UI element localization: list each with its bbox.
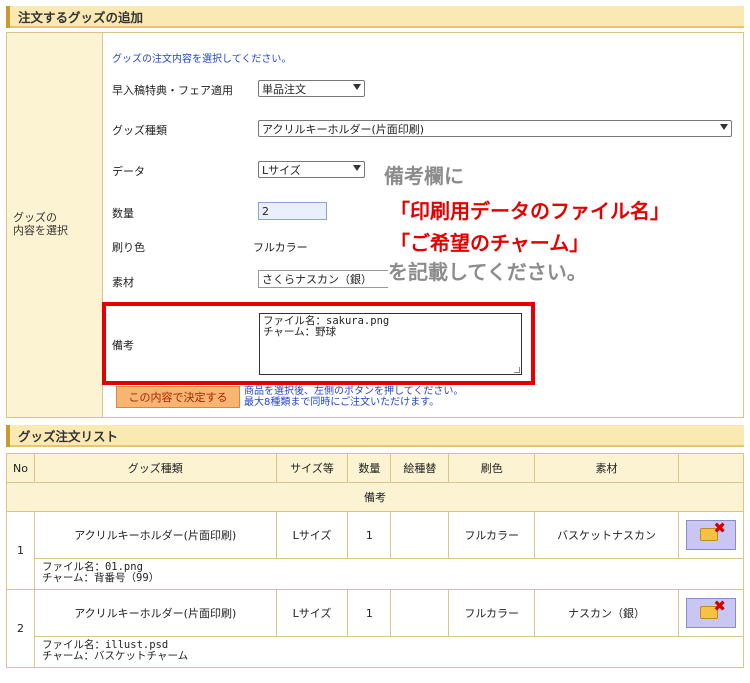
row-remarks-line: チャーム：背番号（99） [41,572,160,584]
col-header-remarks: 備考 [6,482,744,512]
form-left-label-line2: 内容を選択 [13,224,68,237]
row-action: ✖ [677,589,745,637]
submit-button[interactable]: この内容で決定する [116,386,240,408]
section-header-add-goods: 注文するグッズの追加 [6,6,744,28]
form-note-line: 商品を選択後、左側のボタンを押してください。 [244,386,464,397]
material-select[interactable]: さくらナスカン（銀） [258,270,388,288]
col-header-size: サイズ等 [275,453,349,483]
form-instruction: グッズの注文内容を選択してください。 [112,54,292,65]
section-header-order-list: グッズ注文リスト [6,425,744,447]
remarks-line: チャーム：野球 [263,326,337,338]
qty-label: 数量 [112,207,134,220]
delete-icon: ✖ [698,599,726,623]
type-select-value: アクリルキーホルダー(片面印刷) [262,122,425,136]
row-swap [390,589,450,637]
overlay-line4: を記載してください。 [388,260,587,284]
table-header-row: No グッズ種類 サイズ等 数量 絵種替 刷色 素材 [6,453,745,483]
delete-button[interactable]: ✖ [685,520,736,550]
row-color: フルカラー [448,589,536,637]
row-color: フルカラー [448,511,536,559]
col-header-swap: 絵種替 [390,453,450,483]
chevron-down-icon [353,165,361,171]
header-marker [6,6,10,28]
row-no: 2 [6,589,35,668]
remarks-textarea[interactable]: ファイル名：sakura.png チャーム：野球 [259,313,522,375]
table-subheader-row: 備考 [6,482,744,512]
qty-input[interactable]: 2 [258,202,327,220]
early-select[interactable]: 単品注文 [258,80,365,97]
row-material: バスケットナスカン [534,511,679,559]
early-select-value: 単品注文 [262,82,306,96]
remarks-label: 備考 [112,339,134,352]
row-remarks: ファイル名：01.png チャーム：背番号（99） [33,558,745,590]
section-title: グッズ注文リスト [18,428,119,444]
delete-icon: ✖ [698,521,726,545]
overlay-line2: 「印刷用データのファイル名」 [390,199,670,223]
type-label: グッズ種類 [112,124,167,137]
form-note: 商品を選択後、左側のボタンを押してください。 最大8種類まで同時にご注文いただけ… [244,386,463,408]
delete-button[interactable]: ✖ [685,598,736,628]
row-qty: 1 [347,511,392,559]
chevron-down-icon [720,124,728,130]
form-left-label: グッズの 内容を選択 [13,211,68,237]
section-title: 注文するグッズの追加 [18,9,144,25]
col-header-type: グッズ種類 [33,453,277,483]
col-header-qty: 数量 [347,453,392,483]
row-no: 1 [6,511,35,590]
col-header-no: No [6,453,35,483]
row-swap [390,511,450,559]
table-row-remarks: ファイル名：illust.psd チャーム：バスケットチャーム [7,636,745,668]
row-material: ナスカン（銀） [534,589,679,637]
col-header-action [677,453,745,483]
table-row: 2 アクリルキーホルダー(片面印刷) Lサイズ 1 フルカラー ナスカン（銀） … [6,589,745,668]
form-note-line: 最大8種類まで同時にご注文いただけます。 [244,397,440,408]
row-remarks: ファイル名：illust.psd チャーム：バスケットチャーム [33,636,745,668]
data-label: データ [112,165,145,178]
table-row-remarks: ファイル名：01.png チャーム：背番号（99） [7,558,745,590]
row-size: Lサイズ [275,511,349,559]
resize-handle-icon[interactable] [514,367,520,373]
header-marker [6,425,10,447]
data-select-value: Lサイズ [262,163,301,177]
col-header-material: 素材 [534,453,679,483]
form-left-label-line1: グッズの [13,211,57,224]
chevron-down-icon [353,84,361,90]
order-list-table: No グッズ種類 サイズ等 数量 絵種替 刷色 素材 備考 1 アクリルキーホル… [6,453,745,668]
material-label: 素材 [112,276,134,289]
early-label: 早入稿特典・フェア適用 [112,84,233,97]
color-label: 刷り色 [112,241,145,254]
color-value: フルカラー [253,241,308,254]
row-action: ✖ [677,511,745,559]
table-row: 1 アクリルキーホルダー(片面印刷) Lサイズ 1 フルカラー バスケットナスカ… [6,511,745,590]
form-left-column: グッズの 内容を選択 [7,33,103,417]
overlay-line1: 備考欄に [384,164,464,188]
row-type: アクリルキーホルダー(片面印刷) [33,589,277,637]
data-select[interactable]: Lサイズ [258,161,365,178]
col-header-color: 刷色 [448,453,536,483]
row-size: Lサイズ [275,589,349,637]
overlay-line3: 「ご希望のチャーム」 [390,231,590,255]
row-remarks-line: チャーム：バスケットチャーム [41,650,189,662]
row-type: アクリルキーホルダー(片面印刷) [33,511,277,559]
row-qty: 1 [347,589,392,637]
type-select[interactable]: アクリルキーホルダー(片面印刷) [258,120,732,137]
